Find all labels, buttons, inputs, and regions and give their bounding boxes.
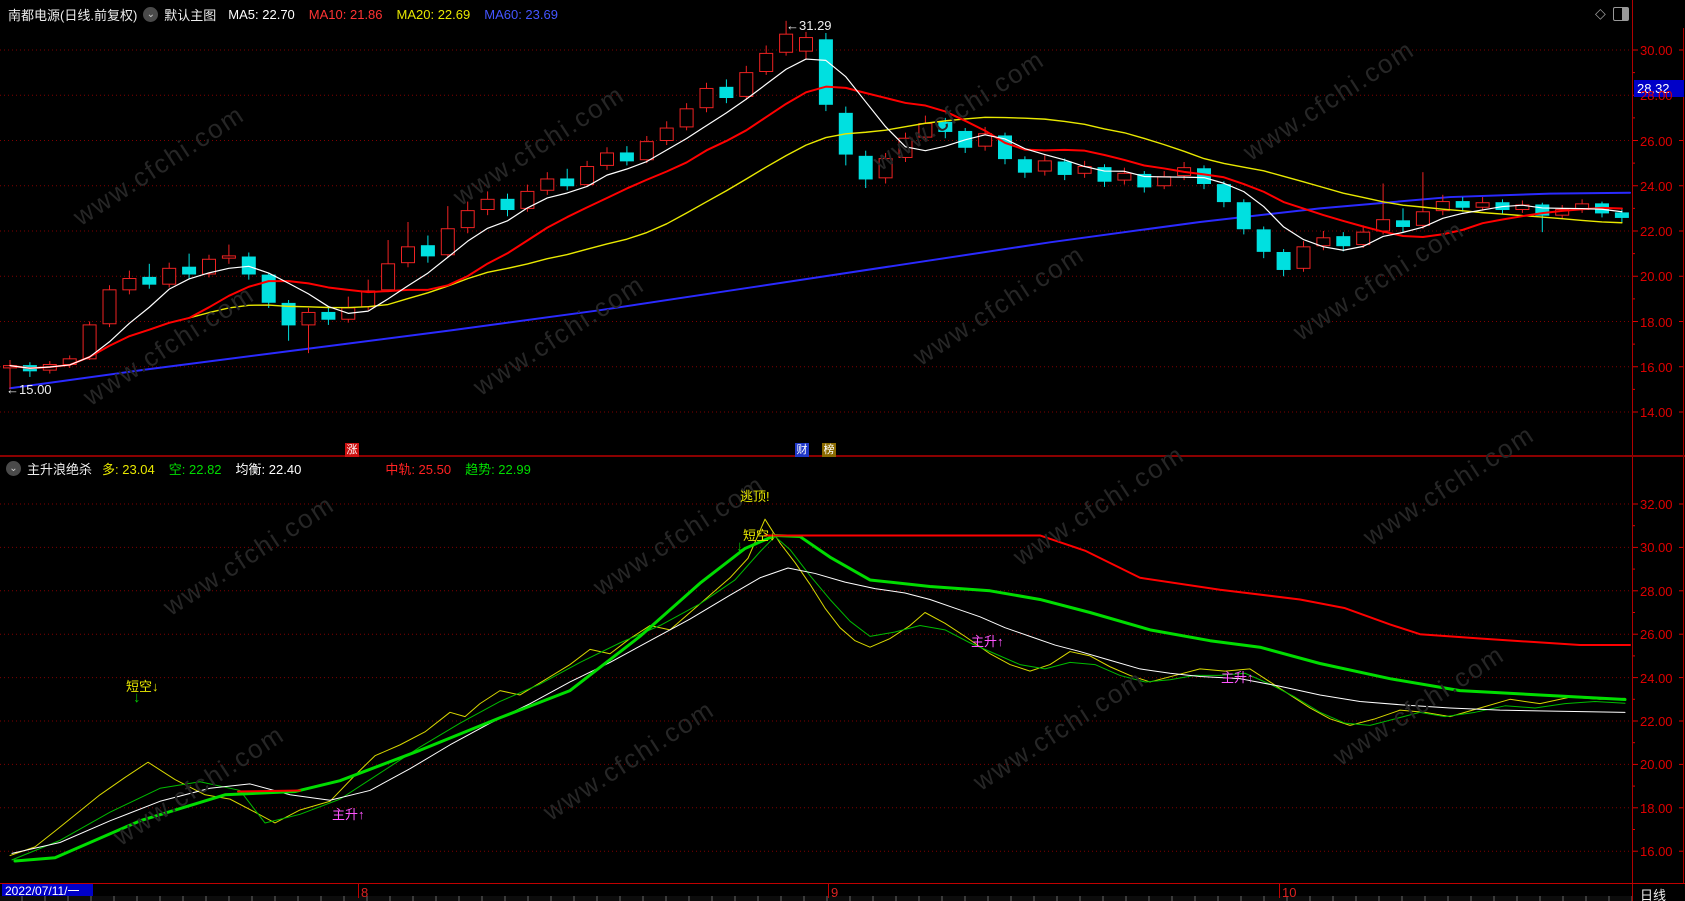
- app-window: 南都电源(日线.前复权) ⌄ 默认主图 MA5: 22.70 MA10: 21.8…: [0, 0, 1685, 901]
- axis-tick-label: 32.00: [1640, 497, 1673, 512]
- month-tick: [1279, 884, 1280, 898]
- axis-tick-label: 22.00: [1640, 224, 1673, 239]
- period-label[interactable]: 日线: [1640, 885, 1666, 901]
- indicator-pane[interactable]: [0, 455, 1632, 883]
- axis-tick-label: 20.00: [1640, 757, 1673, 773]
- axis-tick-label: 18.00: [1640, 800, 1673, 816]
- ma-legend-item: MA20: 22.69: [396, 7, 471, 22]
- event-badge[interactable]: 财: [795, 443, 809, 457]
- axis-tick-label: 16.00: [1640, 359, 1673, 375]
- price-annotation: ←15.00: [6, 382, 52, 397]
- stock-title: 南都电源(日线.前复权): [8, 8, 138, 23]
- price-annotation: ←31.29: [786, 18, 832, 33]
- axis-tick-label: 24.00: [1640, 670, 1673, 686]
- month-label: 10: [1282, 885, 1297, 900]
- signal-annotation: ↓: [133, 689, 141, 706]
- main-chart-pane[interactable]: [0, 28, 1632, 455]
- axis-tick-label: 28.00: [1640, 583, 1673, 599]
- axis-tick-label: 16.00: [1640, 844, 1673, 860]
- month-label: 9: [831, 885, 839, 900]
- diamond-icon[interactable]: ◇: [1595, 6, 1606, 20]
- signal-annotation: 短空↓: [743, 528, 776, 543]
- signal-annotation: 逃顶!: [740, 489, 770, 504]
- axis-tick-label: 26.00: [1640, 627, 1673, 643]
- event-badge[interactable]: 榜: [822, 443, 836, 457]
- main-chart-header: 南都电源(日线.前复权) ⌄ 默认主图 MA5: 22.70 MA10: 21.8…: [8, 5, 558, 24]
- indicator-legend: 多: 23.04 空: 22.82 均衡: 22.40 中轨: 25.50 趋势: 22…: [102, 459, 531, 478]
- axis-tick-label: 30.00: [1640, 540, 1673, 556]
- axis-tick-label: 20.00: [1640, 269, 1673, 285]
- axis-tick-label: 22.00: [1640, 714, 1673, 729]
- axis-divider-line: [1632, 0, 1633, 901]
- time-tick-strip: [0, 896, 1632, 901]
- ma-legend: MA5: 22.70 MA10: 21.86 MA20: 22.69 MA60: 23…: [228, 7, 558, 22]
- axis-tick-label: 28.00: [1640, 88, 1673, 104]
- indicator-name: 主升浪绝杀: [27, 462, 93, 477]
- axis-tick-label: 26.00: [1640, 133, 1673, 149]
- indicator-legend-item: 多: 23.04: [102, 462, 155, 477]
- indicator-legend-item: 均衡: 22.40: [235, 462, 302, 477]
- chevron-down-icon[interactable]: ⌄: [6, 461, 21, 476]
- axis-tick-label: 18.00: [1640, 314, 1673, 330]
- signal-annotation: 主升↑: [332, 807, 365, 822]
- time-axis-line: [0, 883, 1685, 884]
- signal-annotation: ↓: [736, 538, 744, 555]
- ma-legend-item: MA10: 21.86: [308, 7, 383, 22]
- split-screen-icon[interactable]: [1613, 7, 1629, 21]
- indicator-header: ⌄ 主升浪绝杀 多: 23.04 空: 22.82 均衡: 22.40 中轨: 25.…: [6, 459, 531, 478]
- split-fill: [1622, 8, 1628, 20]
- layout-selector[interactable]: 默认主图: [164, 5, 216, 24]
- indicator-legend-item: 中轨: 25.50: [385, 462, 452, 477]
- indicator-legend-item: 趋势: 22.99: [465, 462, 531, 477]
- chevron-down-icon[interactable]: ⌄: [143, 7, 159, 22]
- event-badge[interactable]: 涨: [345, 443, 359, 457]
- axis-tick-label: 14.00: [1640, 405, 1673, 420]
- signal-annotation: 主升↑: [1221, 670, 1254, 685]
- axis-tick-label: 30.00: [1640, 43, 1673, 58]
- month-tick: [358, 884, 359, 898]
- month-label: 8: [361, 885, 369, 900]
- indicator-legend-item: 空: 22.82: [168, 462, 222, 477]
- ma-legend-item: MA60: 23.69: [484, 7, 558, 22]
- axis-tick-label: 24.00: [1640, 178, 1673, 194]
- signal-annotation: 主升↑: [971, 634, 1004, 649]
- panel-separator-line: [0, 455, 1685, 457]
- ma-legend-item: MA5: 22.70: [228, 7, 295, 22]
- month-tick: [828, 884, 829, 898]
- signal-annotation: 短空↓: [126, 679, 159, 694]
